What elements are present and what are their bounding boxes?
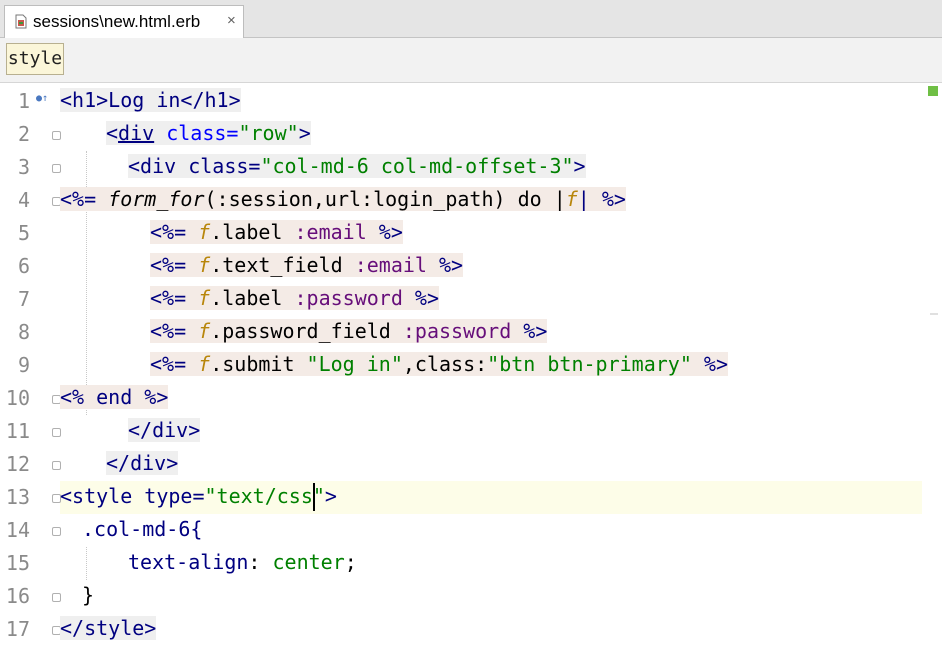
line-number: 4	[17, 188, 30, 212]
fold-marker-icon[interactable]	[52, 131, 61, 140]
code-line-11[interactable]: </div>	[128, 414, 201, 447]
text-cursor	[313, 483, 315, 511]
code-line-14[interactable]: .col-md-6{	[82, 513, 202, 546]
line-number: 14	[5, 518, 30, 542]
code-line-12[interactable]: </div>	[106, 447, 179, 480]
scroll-marker[interactable]	[930, 313, 938, 315]
close-icon[interactable]: ×	[227, 12, 236, 29]
fold-marker-icon[interactable]	[52, 593, 61, 602]
line-number: 2	[17, 122, 30, 146]
code-line-17[interactable]: </style>	[60, 612, 157, 645]
line-number: 11	[5, 419, 30, 443]
tab-sessions-new-html-erb[interactable]: sessions\new.html.erb ×	[4, 5, 244, 38]
code-line-5[interactable]: <%= f.label :email %>	[150, 216, 403, 249]
code-line-3[interactable]: <div class="col-md-6 col-md-offset-3">	[128, 150, 586, 183]
fold-marker-icon[interactable]	[52, 461, 61, 470]
fold-marker-icon[interactable]	[52, 527, 61, 536]
code-line-9[interactable]: <%= f.submit "Log in",class:"btn btn-pri…	[150, 348, 728, 381]
erb-file-icon	[15, 14, 27, 29]
line-number: 1	[17, 89, 30, 113]
line-number: 5	[17, 221, 30, 245]
fold-marker-icon[interactable]	[52, 428, 61, 437]
line-number: 17	[5, 617, 30, 641]
line-number: 16	[5, 584, 30, 608]
code-line-7[interactable]: <%= f.label :password %>	[150, 282, 440, 315]
breadcrumb-item-style[interactable]: style	[6, 43, 64, 75]
breadcrumb: style	[0, 38, 942, 83]
code-line-15[interactable]: text-align: center;	[128, 546, 357, 579]
line-number: 13	[5, 485, 30, 509]
code-line-4[interactable]: <%= form_for(:session,url:login_path) do…	[60, 183, 626, 216]
line-number: 7	[17, 287, 30, 311]
tab-label: sessions\new.html.erb	[33, 12, 201, 31]
implements-icon[interactable]: ●↑	[36, 93, 48, 104]
code-line-10[interactable]: <% end %>	[60, 381, 169, 414]
line-number: 15	[5, 551, 30, 575]
fold-marker-icon[interactable]	[52, 164, 61, 173]
code-line-16[interactable]: }	[82, 579, 94, 612]
code-line-2[interactable]: <div class="row">	[106, 117, 311, 150]
inspection-ok-icon[interactable]	[928, 86, 938, 96]
line-number: 12	[5, 452, 30, 476]
line-number: 6	[17, 254, 30, 278]
code-line-13[interactable]: <style type="text/css">	[60, 480, 337, 513]
code-line-6[interactable]: <%= f.text_field :email %>	[150, 249, 464, 282]
indent-guide	[86, 547, 87, 580]
code-line-8[interactable]: <%= f.password_field :password %>	[150, 315, 548, 348]
code-line-1[interactable]: <h1>Log in</h1>	[60, 84, 241, 117]
line-number: 3	[17, 155, 30, 179]
line-number: 9	[17, 353, 30, 377]
editor-scrollbar[interactable]	[922, 84, 942, 645]
editor-tab-bar: sessions\new.html.erb ×	[0, 0, 942, 38]
line-number: 8	[17, 320, 30, 344]
line-number: 10	[5, 386, 30, 410]
